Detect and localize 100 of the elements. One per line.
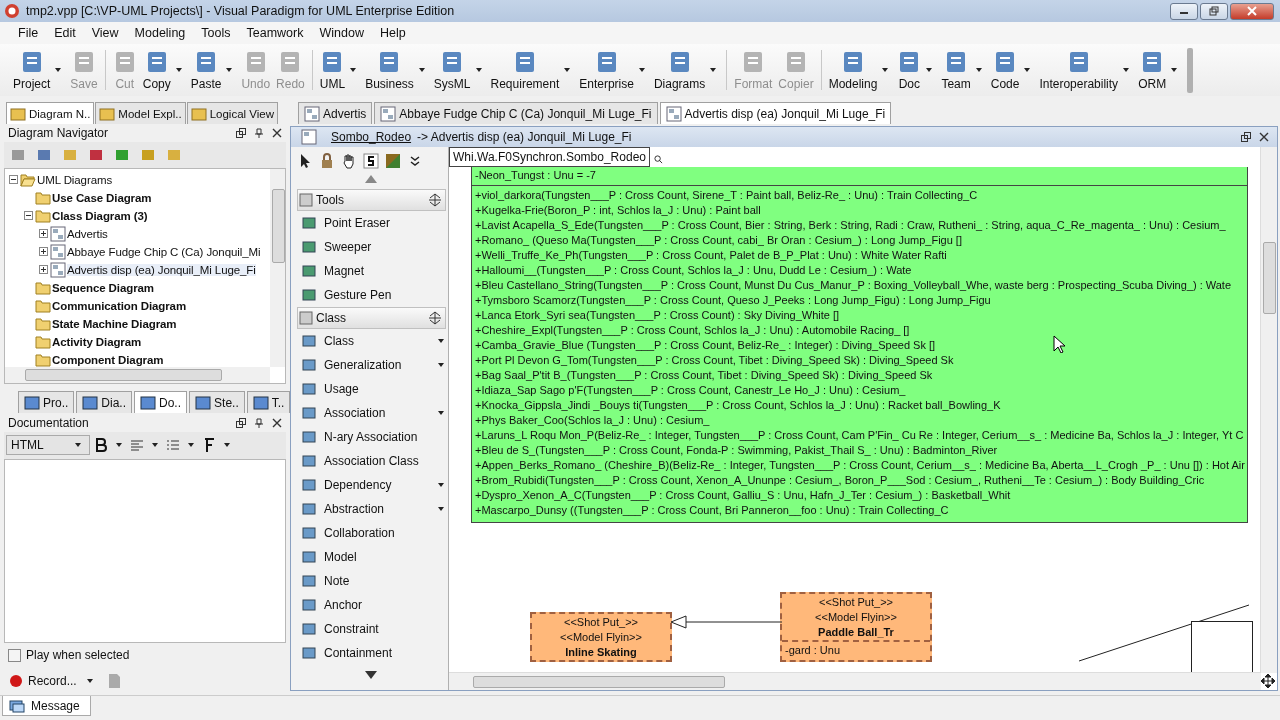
panel-tab[interactable]: Do.. xyxy=(134,391,188,414)
restore-button[interactable] xyxy=(1200,2,1228,20)
lock-icon[interactable] xyxy=(319,153,335,169)
caret-icon[interactable] xyxy=(438,363,444,367)
panel-tab[interactable]: Diagram N.. xyxy=(6,102,95,124)
move-icon[interactable] xyxy=(1261,674,1275,688)
menu-item[interactable]: Edit xyxy=(46,26,84,40)
caret-icon[interactable] xyxy=(638,68,645,72)
caret-icon[interactable] xyxy=(418,68,425,72)
palette-item[interactable]: Association Class xyxy=(297,453,419,469)
caret-icon[interactable] xyxy=(438,339,444,343)
restore-icon[interactable] xyxy=(236,417,246,428)
close-button[interactable] xyxy=(1230,2,1274,20)
palette-item[interactable]: Abstraction xyxy=(297,501,385,517)
pin-icon[interactable] xyxy=(254,417,264,428)
panel-tab[interactable]: Logical View xyxy=(186,102,278,124)
toolbar-button[interactable]: Interoperability xyxy=(1036,47,1122,93)
menu-item[interactable]: Tools xyxy=(193,26,239,40)
caret-icon[interactable] xyxy=(710,68,717,72)
record-button[interactable]: Record... xyxy=(10,674,97,689)
toolbar-button[interactable]: Diagrams xyxy=(650,47,709,93)
breadcrumb-link[interactable]: Sombo_Rodeo xyxy=(331,130,412,144)
tree-item[interactable]: Class Diagram (3) xyxy=(52,209,148,222)
caret-icon[interactable] xyxy=(350,68,357,72)
menu-item[interactable]: Window xyxy=(311,26,372,40)
association-line[interactable] xyxy=(1079,603,1249,663)
tree-item[interactable]: Advertis xyxy=(67,227,108,240)
close-icon[interactable] xyxy=(272,128,282,139)
palette-item[interactable]: Magnet xyxy=(297,263,365,279)
color-icon[interactable] xyxy=(385,153,401,169)
toolbar-button[interactable]: Business xyxy=(362,47,417,93)
caret-icon[interactable] xyxy=(55,68,62,72)
bold-icon[interactable] xyxy=(94,437,108,454)
caret-icon[interactable] xyxy=(926,68,933,72)
path-field[interactable]: Whi.Wa.F0Synchron.Sombo_Rodeo xyxy=(449,147,650,167)
caret-icon[interactable] xyxy=(438,507,444,511)
toolbar-button[interactable]: UML xyxy=(316,47,349,93)
expand-icon[interactable] xyxy=(38,265,48,275)
palette-item[interactable]: N-ary Association xyxy=(297,429,418,445)
class-shape[interactable]: <<Shot Put_>> <<Model Flyin>> Inline Skating xyxy=(530,612,672,662)
palette-item[interactable]: Association xyxy=(297,405,386,421)
editor-tab[interactable]: Abbaye Fudge Chip C (Ca) Jonquil_Mi Luge_Fi xyxy=(374,102,658,124)
menu-item[interactable]: Modeling xyxy=(126,26,194,40)
scrollbar[interactable] xyxy=(449,672,1261,690)
close-icon[interactable] xyxy=(1259,132,1269,142)
toolbar-button[interactable]: Copy xyxy=(139,47,174,93)
caret-icon[interactable] xyxy=(564,68,571,72)
expand-icon[interactable] xyxy=(38,229,48,239)
tree-item[interactable]: UML Diagrams xyxy=(37,173,113,186)
diagram-canvas[interactable] xyxy=(449,147,1277,690)
generalization-arrow[interactable] xyxy=(670,615,782,629)
caret-icon[interactable] xyxy=(1024,68,1031,72)
toolbar-button[interactable]: Team xyxy=(938,47,974,93)
panel-tab[interactable]: T.. xyxy=(246,391,291,414)
scrollbar[interactable] xyxy=(1260,147,1277,673)
caret-icon[interactable] xyxy=(975,68,982,72)
class-shape[interactable] xyxy=(471,167,1248,523)
tree-item[interactable]: Advertis disp (ea) Jonquil_Mi Luge_Fi xyxy=(67,263,256,276)
palette-item[interactable]: Collaboration xyxy=(297,525,395,541)
palette-item[interactable]: Model xyxy=(297,549,357,565)
font-icon[interactable] xyxy=(202,437,216,454)
palette-item[interactable]: Sweeper xyxy=(297,239,372,255)
menu-item[interactable]: File xyxy=(10,26,47,40)
toolbar-button[interactable]: Enterprise xyxy=(576,47,637,93)
palette-item[interactable]: Constraint xyxy=(297,621,379,637)
panel-tab[interactable]: Dia.. xyxy=(76,391,133,414)
editor-tab[interactable]: Advertis disp (ea) Jonquil_Mi Luge_Fi xyxy=(659,102,892,124)
toolbar-button[interactable]: Modeling xyxy=(825,47,881,93)
tree-item[interactable]: Sequence Diagram xyxy=(52,281,154,294)
tree-item[interactable]: State Machine Diagram xyxy=(52,317,177,330)
caret-icon[interactable] xyxy=(226,68,233,72)
class-shape[interactable]: <<Shot Put_>> <<Model Flyin>> Paddle Ball_Tr -gard : Unu xyxy=(780,592,932,662)
minimize-button[interactable] xyxy=(1170,2,1198,20)
toolbar-button[interactable]: SysML xyxy=(430,47,474,93)
palette-item[interactable]: Gesture Pen xyxy=(297,287,392,303)
align-icon[interactable] xyxy=(130,437,144,454)
restore-icon[interactable] xyxy=(236,128,246,139)
close-icon[interactable] xyxy=(272,417,282,428)
play-checkbox[interactable]: Play when selected xyxy=(4,642,286,668)
toolbar-button[interactable]: Code xyxy=(987,47,1023,93)
palette-item[interactable]: Note xyxy=(297,573,350,589)
resize-icon[interactable] xyxy=(428,193,442,207)
hand-icon[interactable] xyxy=(341,153,357,169)
tree-item[interactable]: Use Case Diagram xyxy=(52,191,152,204)
palette-section-header[interactable]: Tools xyxy=(297,189,446,211)
panel-tab[interactable]: Ste.. xyxy=(189,391,245,414)
toolbar-button[interactable]: ORM xyxy=(1135,47,1170,93)
caret-icon[interactable] xyxy=(175,68,182,72)
palette-item[interactable]: Anchor xyxy=(297,597,363,613)
message-tab[interactable]: Message xyxy=(2,696,91,716)
editor-tab[interactable]: Advertis xyxy=(298,102,373,124)
collapse-icon[interactable] xyxy=(23,211,33,221)
caret-icon[interactable] xyxy=(1171,68,1178,72)
pin-icon[interactable] xyxy=(254,128,264,139)
tree-item[interactable]: Communication Diagram xyxy=(52,299,186,312)
toolbar-button[interactable]: Paste xyxy=(187,47,225,93)
menu-item[interactable]: Teamwork xyxy=(238,26,312,40)
collapse-icon[interactable] xyxy=(8,175,18,185)
tree-item[interactable]: Abbaye Fudge Chip C (Ca) Jonquil_Mi xyxy=(67,245,261,258)
panel-tab[interactable]: Model Expl.. xyxy=(95,102,186,124)
